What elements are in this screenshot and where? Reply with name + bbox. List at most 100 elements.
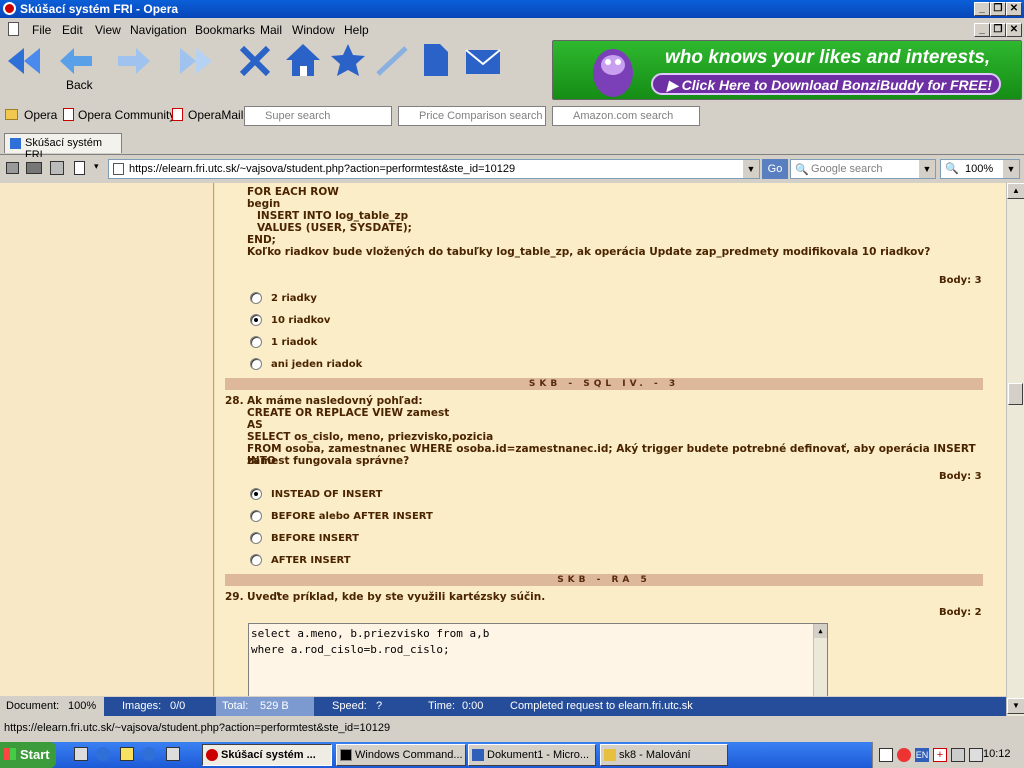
scroll-up-icon[interactable]: ▲ bbox=[1007, 183, 1024, 199]
menu-bar: File Edit View Navigation Bookmarks Mail… bbox=[0, 20, 1024, 40]
home-icon[interactable] bbox=[284, 42, 322, 78]
scroll-down-icon[interactable]: ▼ bbox=[1007, 698, 1024, 714]
panel-toggle-icon[interactable] bbox=[6, 162, 19, 174]
edit-pen-icon[interactable] bbox=[374, 44, 410, 78]
q28-option-radio-4[interactable] bbox=[250, 554, 262, 566]
quicklaunch-browser-icon[interactable] bbox=[142, 747, 156, 761]
window-title: Skúšací systém FRI - Opera bbox=[20, 2, 179, 16]
task-paint-label: sk8 - Malování bbox=[619, 749, 691, 761]
quicklaunch-explorer-icon[interactable] bbox=[166, 747, 180, 761]
task-opera[interactable]: Skúšací systém ... bbox=[202, 744, 332, 766]
test-main-area: FOR EACH ROW begin INSERT INTO log_table… bbox=[215, 183, 1006, 696]
back-icon[interactable] bbox=[58, 44, 94, 78]
q28-option-radio-3[interactable] bbox=[250, 532, 262, 544]
super-search-field[interactable]: Super search bbox=[244, 106, 392, 126]
menu-file[interactable]: File bbox=[32, 23, 51, 37]
tray-icon-1[interactable] bbox=[879, 748, 893, 762]
quicklaunch-desktop-icon[interactable] bbox=[74, 747, 88, 761]
q27-option-radio-3[interactable] bbox=[250, 336, 262, 348]
stop-icon[interactable] bbox=[238, 44, 272, 78]
mail-icon[interactable] bbox=[464, 48, 502, 76]
personal-opera[interactable]: Opera bbox=[24, 108, 57, 122]
google-search-field[interactable]: 🔍 Google search ▼ bbox=[790, 159, 936, 179]
mdi-close-button[interactable]: ✕ bbox=[1006, 23, 1022, 37]
close-button[interactable]: ✕ bbox=[1006, 2, 1022, 16]
bookmark-star-icon[interactable] bbox=[330, 42, 366, 78]
network-icon[interactable] bbox=[951, 748, 965, 762]
tab-skusaci-system[interactable]: Skúšací systém FRI bbox=[4, 133, 122, 161]
new-document-icon[interactable] bbox=[74, 161, 85, 175]
status-images-value: 0/0 bbox=[170, 700, 186, 712]
menu-mail[interactable]: Mail bbox=[260, 23, 282, 37]
status-speed-value: ? bbox=[376, 700, 383, 712]
back-label[interactable]: Back bbox=[66, 78, 93, 92]
q27-option-radio-4[interactable] bbox=[250, 358, 262, 370]
title-bar[interactable]: Skúšací systém FRI - Opera _ ❐ ✕ bbox=[0, 0, 1024, 18]
bonzibuddy-banner[interactable]: who knows your likes and interests, ▶ Cl… bbox=[552, 40, 1022, 100]
textarea-scroll-up-icon[interactable]: ▲ bbox=[814, 624, 827, 638]
go-button[interactable]: Go bbox=[762, 159, 788, 179]
zoom-dropdown-icon[interactable]: ▼ bbox=[1003, 160, 1019, 178]
page-icon bbox=[8, 22, 19, 36]
mdi-restore-button[interactable]: ❐ bbox=[990, 23, 1006, 37]
fast-forward-icon[interactable] bbox=[176, 44, 216, 78]
price-search-field[interactable]: Price Comparison search bbox=[398, 106, 546, 126]
q27-option-label-4: ani jeden riadok bbox=[271, 359, 363, 370]
q28-option-label-4: AFTER INSERT bbox=[271, 555, 351, 566]
menu-navigation[interactable]: Navigation bbox=[130, 23, 187, 37]
mdi-minimize-button[interactable]: _ bbox=[974, 23, 990, 37]
personal-operamail[interactable]: OperaMail bbox=[188, 108, 243, 122]
personal-community[interactable]: Opera Community bbox=[78, 108, 175, 122]
super-search-placeholder: Super search bbox=[265, 110, 331, 122]
amazon-search-field[interactable]: Amazon.com search bbox=[552, 106, 700, 126]
zoom-field[interactable]: 🔍 100% ▼ bbox=[940, 159, 1020, 179]
task-command[interactable]: Windows Command... bbox=[336, 744, 466, 766]
menu-bookmarks[interactable]: Bookmarks bbox=[195, 23, 255, 37]
new-page-icon[interactable] bbox=[420, 42, 450, 78]
task-paint[interactable]: sk8 - Malování bbox=[600, 744, 728, 766]
menu-help[interactable]: Help bbox=[344, 23, 369, 37]
tray-icon-3[interactable]: + bbox=[933, 748, 947, 762]
menu-window[interactable]: Window bbox=[292, 23, 335, 37]
page-scrollbar[interactable]: ▲ ▼ bbox=[1006, 183, 1024, 716]
task-word-label: Dokument1 - Micro... bbox=[487, 749, 590, 761]
search-dropdown-icon[interactable]: ▼ bbox=[919, 160, 935, 178]
banner-download-button[interactable]: ▶ Click Here to Download BonziBuddy for … bbox=[651, 73, 1001, 95]
q28-option-label-2: BEFORE alebo AFTER INSERT bbox=[271, 511, 433, 522]
language-indicator[interactable]: EN bbox=[915, 748, 929, 762]
answer-line-2: where a.rod_cislo=b.rod_cislo; bbox=[251, 643, 450, 656]
task-word-icon bbox=[472, 749, 484, 761]
url-dropdown-icon[interactable]: ▼ bbox=[743, 160, 759, 178]
q28-option-radio-1[interactable] bbox=[250, 488, 262, 500]
status-images-label: Images: bbox=[122, 700, 162, 712]
camera-icon[interactable] bbox=[26, 162, 42, 174]
quicklaunch-notes-icon[interactable] bbox=[120, 747, 134, 761]
page-content: FOR EACH ROW begin INSERT INTO log_table… bbox=[0, 183, 1006, 696]
url-field[interactable]: https://elearn.fri.utc.sk/~vajsova/stude… bbox=[108, 159, 760, 179]
forward-icon[interactable] bbox=[116, 44, 152, 78]
tray-icon-2[interactable] bbox=[897, 748, 911, 762]
folder-icon bbox=[5, 109, 18, 120]
textarea-scrollbar[interactable]: ▲ bbox=[813, 624, 827, 696]
q29-answer-textarea[interactable]: select a.meno, b.priezvisko from a,b whe… bbox=[248, 623, 828, 696]
chevron-down-icon[interactable]: ▾ bbox=[94, 161, 99, 172]
menu-edit[interactable]: Edit bbox=[62, 23, 83, 37]
minimize-button[interactable]: _ bbox=[974, 2, 990, 16]
status-time-value: 0:00 bbox=[462, 700, 484, 712]
start-button[interactable]: Start bbox=[0, 742, 56, 768]
restore-button[interactable]: ❐ bbox=[990, 2, 1006, 16]
answer-line-1: select a.meno, b.priezvisko from a,b bbox=[251, 627, 490, 640]
volume-icon[interactable] bbox=[969, 748, 983, 762]
quicklaunch-ie-icon[interactable] bbox=[96, 747, 110, 761]
q27-option-radio-1[interactable] bbox=[250, 292, 262, 304]
task-word[interactable]: Dokument1 - Micro... bbox=[468, 744, 596, 766]
google-search-placeholder: Google search bbox=[811, 163, 883, 175]
status-document-label: Document: bbox=[6, 700, 60, 712]
print-icon[interactable] bbox=[50, 161, 64, 175]
url-hover-text: https://elearn.fri.utc.sk/~vajsova/stude… bbox=[4, 722, 391, 734]
scroll-thumb[interactable] bbox=[1008, 383, 1023, 405]
rewind-icon[interactable] bbox=[4, 44, 44, 78]
q27-option-radio-2[interactable] bbox=[250, 314, 262, 326]
q28-option-radio-2[interactable] bbox=[250, 510, 262, 522]
menu-view[interactable]: View bbox=[95, 23, 121, 37]
